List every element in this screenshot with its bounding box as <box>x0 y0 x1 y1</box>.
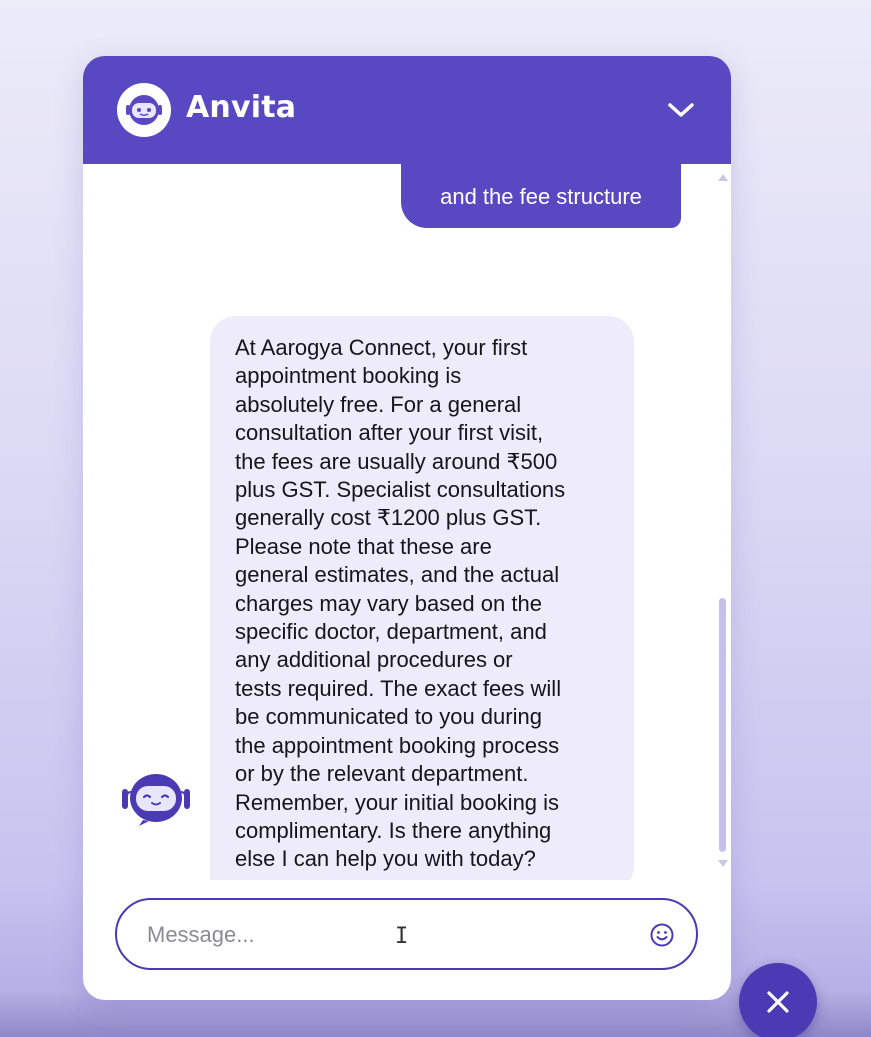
bot-message-line: be communicated to you during <box>235 704 542 730</box>
user-message-text: and the fee structure <box>440 184 642 209</box>
close-chat-button[interactable] <box>739 963 817 1037</box>
chat-window: Anvita and the fee structure At Aarogya … <box>83 56 731 1000</box>
bot-message-line: absolutely free. For a general <box>235 391 522 417</box>
bot-message-line: Remember, your initial booking is <box>235 789 560 815</box>
bot-message-line: specific doctor, department, and <box>235 619 547 645</box>
bot-message-line: charges may vary based on the <box>235 590 542 616</box>
text-cursor-icon: I <box>395 924 409 949</box>
bot-message-line: tests required. The exact fees will <box>235 675 562 701</box>
bot-message-line: complimentary. Is there anything <box>235 817 552 843</box>
bot-message-line: generally cost ₹1200 plus GST. <box>235 505 542 531</box>
bot-message-line: the appointment booking process <box>235 732 560 758</box>
close-icon <box>767 991 789 1013</box>
user-message-bubble: and the fee structure <box>401 164 681 228</box>
bot-message-line: any additional procedures or <box>235 647 513 673</box>
bot-message-line: else I can help you with today? <box>235 846 536 872</box>
bot-message-line: or by the relevant department. <box>235 761 529 787</box>
message-composer: I <box>115 898 698 970</box>
bot-message-bubble: At Aarogya Connect, your first appointme… <box>210 316 634 880</box>
smiley-icon <box>650 923 674 947</box>
bot-message-line: the fees are usually around ₹500 <box>235 448 558 474</box>
bot-message-line: general estimates, and the actual <box>235 562 560 588</box>
message-input[interactable] <box>145 914 619 956</box>
chat-title: Anvita <box>186 90 297 125</box>
minimize-toggle-button[interactable] <box>663 94 699 126</box>
chevron-down-icon <box>668 103 694 117</box>
scroll-down-arrow-icon[interactable] <box>718 860 728 867</box>
scroll-up-arrow-icon[interactable] <box>718 174 728 181</box>
robot-icon <box>121 772 191 828</box>
bot-message-line: Please note that these are <box>235 533 492 559</box>
chat-header: Anvita <box>83 56 731 164</box>
robot-icon <box>117 83 171 137</box>
message-scrollbar[interactable] <box>717 174 728 868</box>
bot-message-line: plus GST. Specialist consultations <box>235 477 566 503</box>
scrollbar-thumb[interactable] <box>719 598 726 852</box>
bot-message-line: At Aarogya Connect, your first <box>235 335 528 360</box>
bot-message-line: consultation after your first visit, <box>235 420 544 446</box>
bot-message-line: appointment booking is <box>235 363 462 389</box>
emoji-button[interactable] <box>649 922 675 948</box>
